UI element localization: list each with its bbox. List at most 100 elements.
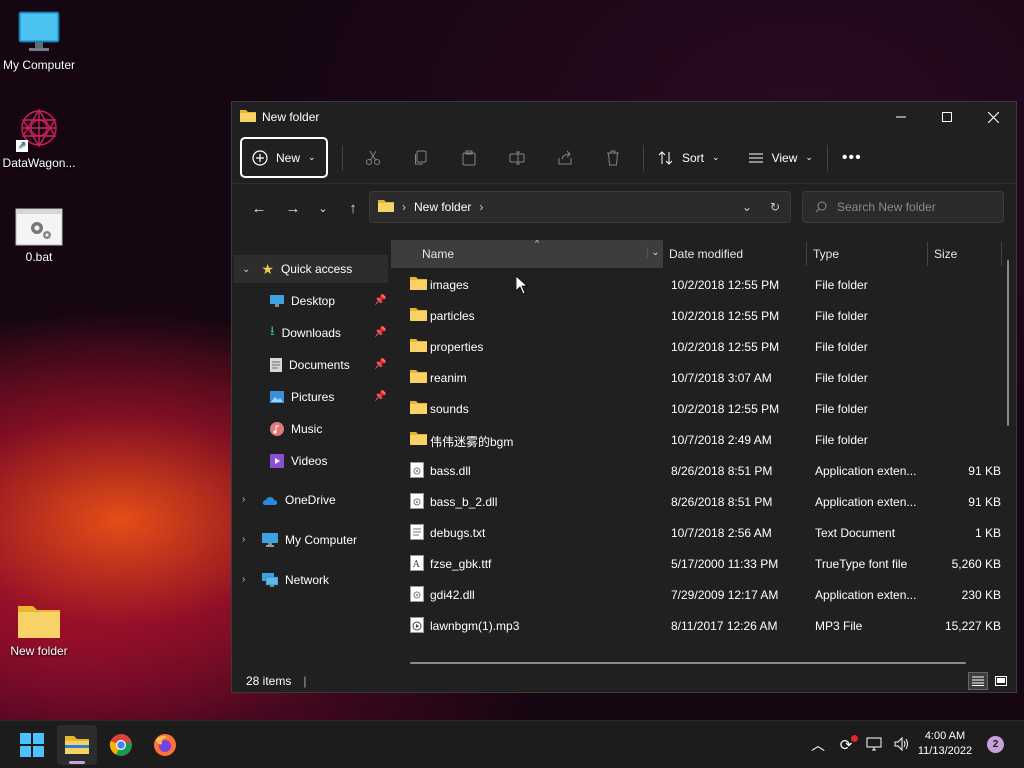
- nav-item-music[interactable]: Music: [270, 415, 390, 443]
- nav-item-pictures[interactable]: Pictures: [270, 383, 390, 411]
- breadcrumb-item[interactable]: New folder: [414, 200, 471, 214]
- file-name: particles: [430, 309, 475, 323]
- chevron-up-icon[interactable]: ︿: [808, 735, 828, 755]
- start-button[interactable]: [12, 725, 52, 765]
- close-button[interactable]: [970, 102, 1016, 132]
- desktop-icon-label: My Computer: [2, 58, 76, 72]
- file-name: fzse_gbk.ttf: [430, 557, 492, 571]
- file-size: 91 KB: [968, 495, 1001, 509]
- file-date: 10/2/2018 12:55 PM: [671, 402, 780, 416]
- file-row[interactable]: Afzse_gbk.ttf 5/17/2000 11:33 PM TrueType …: [391, 548, 1001, 579]
- tiles-view-button[interactable]: [991, 672, 1011, 690]
- file-name: reanim: [430, 371, 467, 385]
- desktop-icon-datawagon[interactable]: ↗ DataWagon...: [0, 106, 78, 170]
- nav-item-desktop[interactable]: Desktop: [270, 287, 390, 315]
- file-row[interactable]: bass.dll 8/26/2018 8:51 PM Application ext…: [391, 455, 1001, 486]
- nav-item-videos[interactable]: Videos: [270, 447, 390, 475]
- details-view-button[interactable]: [968, 672, 988, 690]
- paste-button[interactable]: [445, 138, 493, 178]
- file-row[interactable]: particles 10/2/2018 12:55 PM File folder: [391, 300, 1001, 331]
- desktop-icon-label: New folder: [10, 644, 68, 658]
- view-button[interactable]: View ⌄: [740, 138, 821, 178]
- column-header-label: Size: [934, 247, 958, 261]
- network-icon[interactable]: [864, 737, 884, 754]
- file-date: 8/26/2018 8:51 PM: [671, 464, 773, 478]
- up-button[interactable]: ↑: [336, 193, 370, 223]
- file-row[interactable]: gdi42.dll 7/29/2009 12:17 AM Application e…: [391, 579, 1001, 610]
- notification-badge[interactable]: 2: [987, 736, 1004, 753]
- file-row[interactable]: properties 10/2/2018 12:55 PM File folder: [391, 331, 1001, 362]
- sync-icon[interactable]: ⟳: [836, 735, 858, 754]
- file-row[interactable]: debugs.txt 10/7/2018 2:56 AM Text Document…: [391, 517, 1001, 548]
- taskbar-file-explorer[interactable]: [57, 725, 97, 765]
- folder-icon: [378, 199, 394, 215]
- file-name: images: [430, 278, 469, 292]
- maximize-button[interactable]: [924, 102, 970, 132]
- column-header-size[interactable]: Size: [934, 240, 994, 268]
- taskbar-chrome[interactable]: [101, 725, 141, 765]
- file-row[interactable]: reanim 10/7/2018 3:07 AM File folder: [391, 362, 1001, 393]
- desktop-icon-new-folder[interactable]: New folder: [0, 600, 78, 658]
- document-icon: [270, 358, 282, 372]
- desktop-icon-bat-file[interactable]: 0.bat: [0, 208, 78, 264]
- horizontal-scrollbar[interactable]: [410, 662, 966, 664]
- copy-button[interactable]: [397, 138, 445, 178]
- rename-button[interactable]: [493, 138, 541, 178]
- nav-item-quick-access[interactable]: ⌄ ★ Quick access: [234, 255, 388, 283]
- nav-item-label: Videos: [291, 454, 328, 468]
- taskbar-firefox[interactable]: [145, 725, 185, 765]
- column-header-name[interactable]: Name ^ ⌄: [391, 240, 663, 268]
- more-options-button[interactable]: •••: [834, 138, 870, 178]
- refresh-icon[interactable]: ↻: [770, 200, 780, 214]
- vertical-scrollbar[interactable]: [1007, 260, 1009, 426]
- nav-item-downloads[interactable]: ⭳ Downloads: [270, 319, 390, 347]
- column-divider[interactable]: [1001, 242, 1002, 266]
- file-type: MP3 File: [815, 619, 863, 633]
- file-row[interactable]: images 10/2/2018 12:55 PM File folder: [391, 269, 1001, 300]
- sort-icon: [658, 150, 673, 165]
- column-header-type[interactable]: Type: [813, 240, 923, 268]
- file-type: File folder: [815, 278, 868, 292]
- nav-item-label: Downloads: [281, 326, 341, 340]
- delete-button[interactable]: [589, 138, 637, 178]
- file-name: gdi42.dll: [430, 588, 475, 602]
- network-icon: [262, 573, 278, 587]
- column-divider[interactable]: [927, 242, 928, 266]
- forward-button[interactable]: →: [276, 193, 310, 223]
- volume-icon[interactable]: [892, 736, 912, 754]
- search-box[interactable]: Search New folder: [802, 191, 1004, 223]
- file-row[interactable]: sounds 10/2/2018 12:55 PM File folder: [391, 393, 1001, 424]
- chevron-down-icon: ⌄: [712, 152, 720, 162]
- nav-item-label: OneDrive: [285, 493, 336, 507]
- column-filter-chevron-icon[interactable]: ⌄: [647, 247, 663, 258]
- taskbar-clock[interactable]: 4:00 AM 11/13/2022: [912, 729, 978, 759]
- desktop-icon: [270, 295, 284, 307]
- folder-icon: [240, 109, 256, 125]
- share-icon: [558, 150, 572, 164]
- toolbar-divider: [342, 144, 343, 171]
- chevron-right-icon[interactable]: ›: [242, 534, 245, 545]
- chevron-right-icon[interactable]: ›: [242, 574, 245, 585]
- sort-button[interactable]: Sort ⌄: [650, 138, 728, 178]
- new-button[interactable]: New ⌄: [240, 137, 328, 178]
- nav-item-documents[interactable]: Documents: [270, 351, 390, 379]
- chevron-down-icon[interactable]: ⌄: [742, 200, 752, 214]
- share-button[interactable]: [541, 138, 589, 178]
- column-header-date[interactable]: Date modified: [669, 240, 809, 268]
- address-bar[interactable]: › New folder › ⌄ ↻: [369, 191, 791, 223]
- scissors-icon: [366, 150, 380, 165]
- nav-item-onedrive[interactable]: OneDrive: [262, 486, 388, 514]
- cut-button[interactable]: [349, 138, 397, 178]
- chevron-right-icon[interactable]: ›: [242, 494, 245, 505]
- nav-item-network[interactable]: Network: [262, 566, 388, 594]
- recent-locations-button[interactable]: ⌄: [310, 193, 336, 223]
- file-row[interactable]: 伟伟迷雾的bgm 10/7/2018 2:49 AM File folder: [391, 424, 1001, 455]
- back-button[interactable]: ←: [242, 193, 276, 223]
- file-row[interactable]: lawnbgm(1).mp3 8/11/2017 12:26 AM MP3 File…: [391, 610, 1001, 641]
- desktop-icon-my-computer[interactable]: My Computer: [0, 10, 78, 72]
- chevron-down-icon: ⌄: [318, 202, 328, 215]
- column-divider[interactable]: [806, 242, 807, 266]
- file-row[interactable]: bass_b_2.dll 8/26/2018 8:51 PM Application…: [391, 486, 1001, 517]
- minimize-button[interactable]: [878, 102, 924, 132]
- nav-item-my-computer[interactable]: My Computer: [262, 526, 388, 554]
